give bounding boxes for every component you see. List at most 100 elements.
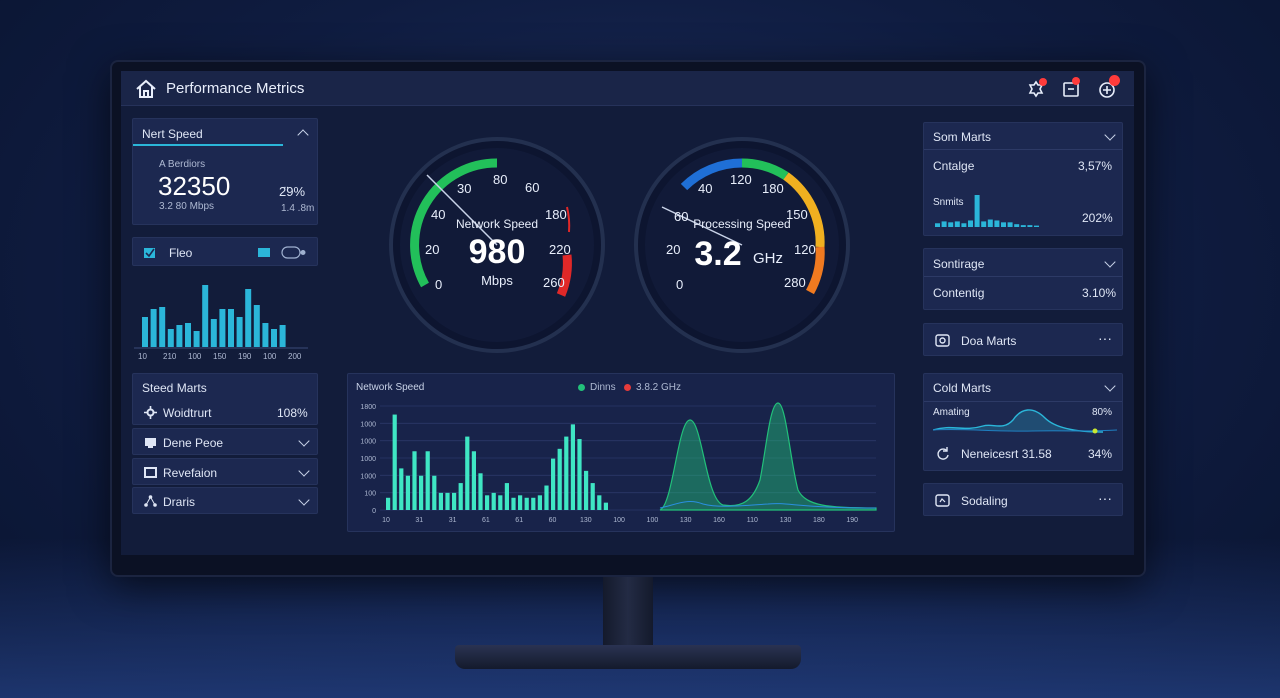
spark-bar (987, 219, 993, 227)
chart-bar (425, 451, 430, 510)
spark-bar (948, 222, 954, 227)
sodaling-card[interactable]: Sodaling ··· (923, 483, 1123, 516)
chart-bar (570, 424, 575, 510)
refresh-icon (937, 447, 949, 460)
speed-card-unit: 3.2 80 Mbps (159, 201, 215, 212)
gauge-tick-label: 0 (435, 277, 442, 292)
doa-marts-card[interactable]: Doa Marts ··· (923, 323, 1123, 356)
gauge-tick-label: 280 (784, 275, 806, 290)
spark-bar (968, 220, 973, 227)
spark-value: 202% (1082, 211, 1113, 225)
spark-bar (1027, 225, 1033, 227)
network-speed-chart: 0 100 1000 1000 1000 1000 1800 10 31 31 61 61 60 130 1… (360, 402, 877, 524)
x-tick-label: 61 (482, 517, 490, 524)
divider (924, 401, 1122, 402)
chart-bar (544, 485, 549, 510)
histogram-tick-label: 150 (213, 352, 227, 361)
gauge-tick-label: 40 (431, 207, 445, 222)
menu-item-dene-peoe[interactable]: Dene Peoe (132, 428, 318, 455)
legend-swatch-red (624, 384, 631, 391)
cold-marts-card: Cold Marts Amating 80% Neneicesrt 31.58 … (923, 373, 1123, 471)
gauge-tick-label: 220 (549, 242, 571, 257)
chevron-down-icon[interactable] (1104, 256, 1116, 268)
histogram-bar (210, 319, 217, 347)
histogram-bar (176, 325, 183, 347)
wave-chart (933, 409, 1117, 434)
title-bar: Performance Metrics (121, 71, 1134, 106)
histogram-bar (193, 331, 200, 347)
dashboard-icon (935, 494, 950, 507)
toggle-switch-icon[interactable] (281, 246, 307, 259)
speed-card-underline (133, 144, 283, 146)
chevron-down-icon[interactable] (298, 435, 310, 447)
check-box-icon (144, 248, 155, 258)
monitor-stand-base (455, 645, 801, 669)
display-icon (145, 438, 156, 448)
speed-card-value: 32350 (158, 171, 231, 201)
collapse-chevron-icon[interactable] (297, 129, 309, 141)
x-tick-label: 130 (580, 517, 592, 524)
chevron-down-icon[interactable] (298, 465, 310, 477)
row-value: 3.10% (1082, 286, 1117, 300)
chart-area-series (659, 402, 877, 511)
histogram-tick-label: 10 (138, 352, 147, 361)
gauge-tick-label: 20 (666, 242, 680, 257)
histogram-bar (236, 317, 243, 347)
home-icon[interactable] (135, 79, 157, 99)
chevron-down-icon[interactable] (298, 494, 310, 506)
chart-bar (405, 475, 410, 510)
gauge-tick-label: 20 (425, 242, 439, 257)
chart-bar (590, 483, 595, 510)
fleo-card[interactable]: Fleo (132, 237, 318, 266)
spark-bar (1014, 224, 1020, 227)
histogram-bar (159, 307, 166, 347)
menu-item-value: 108% (277, 406, 308, 420)
chevron-down-icon[interactable] (1104, 129, 1116, 141)
spark-bar (935, 223, 940, 227)
card-label: Sodaling (961, 494, 1008, 508)
chart-bar (432, 475, 437, 510)
menu-item-label: Revefaion (163, 466, 218, 480)
sontirage-card: Sontirage Contentig 3.10% (923, 248, 1123, 310)
chart-bar (511, 497, 516, 510)
gauge-unit: GHz (753, 250, 783, 267)
spark-bar (954, 221, 960, 227)
x-tick-label: 31 (415, 517, 423, 524)
x-tick-label: 180 (813, 517, 825, 524)
network-icon (144, 495, 157, 507)
histogram-bar (279, 325, 286, 347)
menu-item-label: Woidtrurt (163, 406, 212, 420)
spark-bar (994, 220, 1000, 227)
histogram-bar (202, 285, 209, 347)
speed-card-sublabel: A Berdiors (159, 159, 206, 170)
menu-item-draris[interactable]: Draris (132, 487, 318, 514)
spark-bar (941, 221, 947, 227)
spark-bar-chart (935, 195, 1039, 227)
chart-bar (438, 492, 443, 510)
gauge-unit: Mbps (481, 273, 513, 288)
x-tick-label: 110 (747, 517, 758, 524)
histogram-bar (262, 323, 269, 347)
menu-item-revefaion[interactable]: Revefaion (132, 458, 318, 485)
x-tick-label: 160 (713, 517, 725, 524)
chart-bar (445, 492, 450, 510)
more-options-icon[interactable]: ··· (1098, 490, 1112, 506)
card-title: Som Marts (933, 130, 992, 144)
image-icon[interactable] (257, 246, 271, 259)
chart-bar (557, 448, 562, 510)
gauge-tick-label: 60 (674, 209, 688, 224)
chevron-down-icon[interactable] (1104, 380, 1116, 392)
gauge-tick-label: 180 (545, 207, 567, 222)
x-tick-label: 130 (680, 517, 692, 524)
left-histogram: 10 210 100 150 190 100 200 (134, 285, 308, 361)
chart-bar (518, 495, 523, 510)
gauge-tick-label: 30 (457, 181, 471, 196)
legend-label: 3.8.2 GHz (636, 382, 682, 393)
gauge-tick-label: 60 (525, 180, 539, 195)
more-options-icon[interactable]: ··· (1098, 330, 1112, 346)
alert-notification-dot (1109, 75, 1120, 86)
chart-bar (392, 414, 397, 510)
x-tick-label: 10 (382, 517, 390, 524)
histogram-tick-label: 200 (288, 352, 302, 361)
gauge-title: Network Speed (456, 217, 538, 231)
